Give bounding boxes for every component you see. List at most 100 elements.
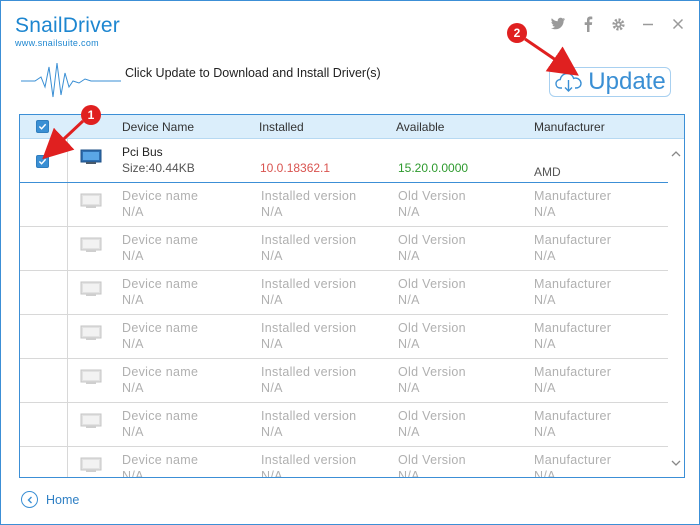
twitter-icon[interactable]	[549, 15, 567, 33]
close-icon[interactable]	[669, 15, 687, 33]
table-body: Pci Bus Size:40.44KB 10.0.18362.1 15.20.…	[20, 139, 684, 477]
available-version: Old Version	[398, 409, 466, 423]
device-size: Size:40.44KB	[122, 161, 195, 175]
manufacturer-value: Manufacturer	[534, 409, 612, 423]
available-version: 15.20.0.0000	[398, 161, 469, 175]
window-controls	[549, 15, 687, 33]
manufacturer-na: N/A	[534, 337, 556, 351]
available-version: Old Version	[398, 321, 466, 335]
table-row[interactable]: Device name N/A Installed version N/A Old Ve…	[20, 271, 668, 315]
home-label: Home	[46, 492, 80, 507]
installed-na: N/A	[261, 249, 283, 263]
header-manufacturer: Manufacturer	[534, 120, 605, 134]
available-na: N/A	[398, 205, 420, 219]
facebook-icon[interactable]	[579, 15, 597, 33]
app-window: SnailDriver www.snailsuite.com Click Upd…	[0, 0, 700, 525]
manufacturer-na: N/A	[534, 469, 556, 478]
logo-text: SnailDriver	[15, 14, 120, 37]
available-version: Old Version	[398, 189, 466, 203]
update-message: Click Update to Download and Install Dri…	[125, 66, 381, 80]
manufacturer-value: Manufacturer	[534, 321, 612, 335]
annotation-badge-2: 2	[507, 23, 527, 43]
monitor-icon	[80, 457, 102, 472]
monitor-icon	[80, 325, 102, 340]
select-all-checkbox[interactable]	[36, 120, 49, 133]
header-device-name: Device Name	[122, 120, 195, 134]
device-na: N/A	[122, 337, 144, 351]
device-na: N/A	[122, 293, 144, 307]
driver-table: Device Name Installed Available Manufact…	[19, 114, 685, 478]
update-button-label: Update	[588, 68, 666, 95]
installed-version: Installed version	[261, 453, 357, 467]
gear-icon[interactable]	[609, 15, 627, 33]
table-header: Device Name Installed Available Manufact…	[20, 115, 684, 139]
installed-na: N/A	[261, 425, 283, 439]
manufacturer-na: N/A	[534, 205, 556, 219]
device-name: Device name	[122, 233, 199, 247]
device-na: N/A	[122, 249, 144, 263]
device-na: N/A	[122, 425, 144, 439]
device-na: N/A	[122, 381, 144, 395]
monitor-icon	[80, 193, 102, 208]
available-na: N/A	[398, 249, 420, 263]
scroll-down-icon[interactable]	[671, 459, 681, 469]
cloud-download-icon	[555, 72, 582, 92]
back-arrow-icon	[21, 491, 38, 508]
monitor-icon	[80, 413, 102, 428]
table-row-selected[interactable]: Pci Bus Size:40.44KB 10.0.18362.1 15.20.…	[20, 139, 668, 183]
installed-version: Installed version	[261, 189, 357, 203]
update-button[interactable]: Update	[549, 67, 671, 97]
table-row[interactable]: Device name N/A Installed version N/A Old Ve…	[20, 227, 668, 271]
monitor-icon	[80, 369, 102, 384]
annotation-arrow-2	[524, 37, 579, 76]
scroll-up-icon[interactable]	[671, 149, 681, 159]
manufacturer-value: Manufacturer	[534, 233, 612, 247]
table-row[interactable]: Device name N/A Installed version N/A Old Ve…	[20, 315, 668, 359]
device-name: Device name	[122, 321, 199, 335]
installed-na: N/A	[261, 205, 283, 219]
available-na: N/A	[398, 425, 420, 439]
installed-na: N/A	[261, 337, 283, 351]
available-na: N/A	[398, 337, 420, 351]
available-na: N/A	[398, 469, 420, 478]
available-version: Old Version	[398, 233, 466, 247]
installed-version: 10.0.18362.1	[260, 161, 331, 175]
device-name: Device name	[122, 365, 199, 379]
available-version: Old Version	[398, 277, 466, 291]
installed-version: Installed version	[261, 233, 357, 247]
table-row[interactable]: Device name N/A Installed version N/A Old Ve…	[20, 403, 668, 447]
manufacturer-value: Manufacturer	[534, 453, 612, 467]
installed-version: Installed version	[261, 321, 357, 335]
manufacturer-value: AMD	[534, 165, 561, 179]
manufacturer-value: Manufacturer	[534, 189, 612, 203]
installed-na: N/A	[261, 469, 283, 478]
device-na: N/A	[122, 205, 144, 219]
table-row[interactable]: Device name N/A Installed version N/A Old Ve…	[20, 183, 668, 227]
scrollbar[interactable]	[668, 139, 684, 477]
manufacturer-na: N/A	[534, 249, 556, 263]
available-na: N/A	[398, 293, 420, 307]
row-checkbox[interactable]	[36, 155, 49, 168]
available-version: Old Version	[398, 453, 466, 467]
manufacturer-na: N/A	[534, 293, 556, 307]
device-name: Device name	[122, 189, 199, 203]
manufacturer-na: N/A	[534, 425, 556, 439]
heartbeat-icon	[21, 62, 121, 98]
installed-version: Installed version	[261, 409, 357, 423]
app-logo: SnailDriver www.snailsuite.com	[15, 14, 120, 49]
home-link[interactable]: Home	[21, 491, 79, 508]
table-row[interactable]: Device name N/A Installed version N/A Old Ve…	[20, 447, 668, 478]
available-version: Old Version	[398, 365, 466, 379]
device-name: Device name	[122, 453, 199, 467]
manufacturer-na: N/A	[534, 381, 556, 395]
annotation-badge-1: 1	[81, 105, 101, 125]
monitor-icon	[80, 237, 102, 252]
minimize-icon[interactable]	[639, 15, 657, 33]
table-row[interactable]: Device name N/A Installed version N/A Old Ve…	[20, 359, 668, 403]
installed-version: Installed version	[261, 365, 357, 379]
installed-na: N/A	[261, 381, 283, 395]
device-name: Pci Bus	[122, 145, 163, 159]
device-name: Device name	[122, 409, 199, 423]
installed-version: Installed version	[261, 277, 357, 291]
manufacturer-value: Manufacturer	[534, 277, 612, 291]
